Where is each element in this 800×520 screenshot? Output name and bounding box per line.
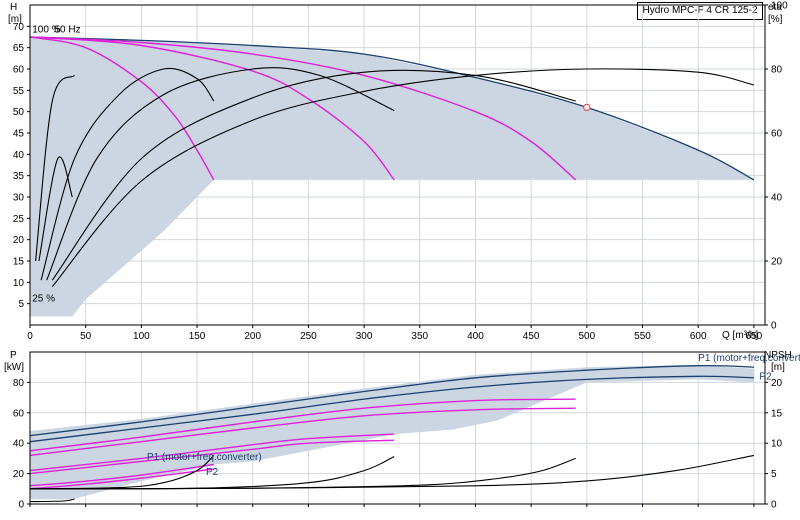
y-right-tick-label: 0 <box>771 500 777 511</box>
x-tick-label: 350 <box>411 331 428 342</box>
y-tick-label: 50 <box>13 107 25 118</box>
y-tick-label: 60 <box>13 408 25 419</box>
y-tick-label: 40 <box>13 439 25 450</box>
y-right-tick-label: 60 <box>771 129 783 140</box>
curve-label: P1 (motor+freq.converter) <box>147 452 262 463</box>
y-right-tick-label: 10 <box>771 439 783 450</box>
curve-label: P2 <box>206 467 219 478</box>
y-right-tick-label: 20 <box>771 378 783 389</box>
y-axis-title-h: H <box>10 2 17 13</box>
y-tick-label: 65 <box>13 43 25 54</box>
x-tick-label: 250 <box>300 331 317 342</box>
x-tick-label: 450 <box>523 331 540 342</box>
y-axis-unit-eta: [%] <box>768 14 783 25</box>
x-tick-label: 100 <box>133 331 150 342</box>
y-axis-unit-p: [kW] <box>4 362 24 373</box>
y-tick-label: 55 <box>13 86 25 97</box>
y-tick-label: 45 <box>13 129 25 140</box>
y-tick-label: 15 <box>13 257 25 268</box>
series-npsh-curve-12 <box>29 498 75 503</box>
y-axis-title-p: P <box>10 350 17 361</box>
y-tick-label: 5 <box>18 299 24 310</box>
x-tick-label: 600 <box>690 331 707 342</box>
y-tick-label: 30 <box>13 193 25 204</box>
y-right-tick-label: 80 <box>771 65 783 76</box>
x-tick-label: 550 <box>634 331 651 342</box>
x-tick-label: 0 <box>27 331 33 342</box>
x-tick-label: 400 <box>467 331 484 342</box>
y-tick-label: 20 <box>13 235 25 246</box>
y-right-tick-label: 5 <box>771 469 777 480</box>
y-right-tick-label: 15 <box>771 408 783 419</box>
x-axis-title-q: Q [m³/h] <box>722 330 758 341</box>
x-tick-label: 150 <box>189 331 206 342</box>
y-tick-label: 40 <box>13 150 25 161</box>
y-axis-title-eta: eta <box>768 2 782 13</box>
x-tick-label: 300 <box>356 331 373 342</box>
annotation-label: 50 Hz <box>55 25 81 36</box>
y-tick-label: 35 <box>13 171 25 182</box>
pump-performance-chart: 5101520253035404550556065700204060801000… <box>4 1 800 511</box>
operating-point-marker <box>583 103 591 112</box>
x-tick-label: 50 <box>80 331 92 342</box>
x-tick-label: 500 <box>578 331 595 342</box>
x-tick-label: 200 <box>244 331 261 342</box>
y-tick-label: 60 <box>13 65 25 76</box>
y-tick-label: 25 <box>13 214 25 225</box>
power-npsh-chart: 0 20 40 60 80 0 5 10 15 20 P1 (motor+freq.converte… <box>13 351 800 511</box>
y-tick-label: 80 <box>13 378 25 389</box>
y-tick-label: 10 <box>13 278 25 289</box>
y-axis-unit-npsh: [m] <box>771 362 785 373</box>
annotation-label: 25 % <box>32 294 55 305</box>
y-axis-title-npsh: NPSH <box>764 350 792 361</box>
y-tick-label: 0 <box>18 500 24 511</box>
curve-label: P2 <box>759 371 772 382</box>
y-right-tick-label: 20 <box>771 257 783 268</box>
head-efficiency-chart: 5101520253035404550556065700204060801000… <box>13 1 788 343</box>
y-right-tick-label: 40 <box>771 193 783 204</box>
y-right-tick-label: 0 <box>771 321 777 332</box>
y-tick-label: 20 <box>13 469 25 480</box>
y-axis-unit-h: [m] <box>8 14 22 25</box>
